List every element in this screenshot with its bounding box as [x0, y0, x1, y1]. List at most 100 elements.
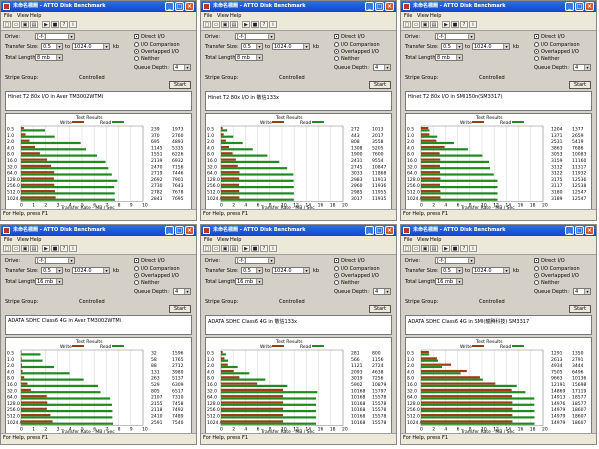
- menu-item-help[interactable]: Help: [30, 13, 41, 19]
- start-button[interactable]: Start: [169, 305, 191, 313]
- new-icon[interactable]: □: [403, 245, 411, 252]
- minimize-button[interactable]: _: [365, 226, 374, 235]
- start-button[interactable]: Start: [569, 81, 591, 89]
- new-icon[interactable]: □: [203, 245, 211, 252]
- menu-item-view[interactable]: View: [417, 237, 429, 243]
- start-button[interactable]: Start: [169, 81, 191, 89]
- menu-item-view[interactable]: View: [17, 237, 29, 243]
- menu-item-file[interactable]: File: [204, 13, 212, 19]
- save-icon[interactable]: ▣: [421, 21, 429, 28]
- help-icon[interactable]: ?: [260, 21, 268, 28]
- queue-depth-select[interactable]: 4 ▾: [573, 288, 591, 295]
- neither-radio[interactable]: [334, 56, 339, 61]
- neither-radio[interactable]: [534, 56, 539, 61]
- menu-item-help[interactable]: Help: [230, 13, 241, 19]
- save-icon[interactable]: ▣: [221, 245, 229, 252]
- maximize-button[interactable]: □: [175, 226, 184, 235]
- start-icon[interactable]: ▶: [442, 21, 450, 28]
- drive-select[interactable]: [-f-] ▾: [35, 257, 75, 264]
- open-icon[interactable]: ▭: [412, 245, 420, 252]
- close-button[interactable]: ×: [585, 226, 594, 235]
- overlapped-io-radio[interactable]: [334, 273, 339, 278]
- total-length-select[interactable]: 16 mb ▾: [35, 278, 63, 285]
- transfer-size-from[interactable]: 0.5 ▾: [41, 267, 63, 274]
- maximize-button[interactable]: □: [175, 2, 184, 11]
- transfer-size-to[interactable]: 1024.0 ▾: [272, 43, 310, 50]
- drive-select[interactable]: [-f-] ▾: [235, 257, 275, 264]
- new-icon[interactable]: □: [3, 245, 11, 252]
- menu-item-help[interactable]: Help: [430, 13, 441, 19]
- direct-io-checkbox[interactable]: [534, 258, 539, 263]
- minimize-button[interactable]: _: [365, 2, 374, 11]
- start-icon[interactable]: ▶: [442, 245, 450, 252]
- transfer-size-from[interactable]: 0.5 ▾: [241, 267, 263, 274]
- description-box[interactable]: Hinet T2 80x I/O in SMI150n(SM3317): [405, 91, 592, 111]
- about-icon[interactable]: i: [469, 21, 477, 28]
- close-button[interactable]: ×: [185, 226, 194, 235]
- minimize-button[interactable]: _: [565, 226, 574, 235]
- queue-depth-select[interactable]: 4 ▾: [373, 64, 391, 71]
- menu-item-view[interactable]: View: [217, 237, 229, 243]
- new-icon[interactable]: □: [203, 21, 211, 28]
- menu-item-help[interactable]: Help: [430, 237, 441, 243]
- save-icon[interactable]: ▣: [221, 21, 229, 28]
- queue-depth-select[interactable]: 4 ▾: [373, 288, 391, 295]
- help-icon[interactable]: ?: [260, 245, 268, 252]
- about-icon[interactable]: i: [269, 21, 277, 28]
- print-icon[interactable]: ▤: [30, 21, 38, 28]
- direct-io-checkbox[interactable]: [534, 34, 539, 39]
- menu-item-view[interactable]: View: [17, 13, 29, 19]
- neither-radio[interactable]: [134, 56, 139, 61]
- queue-depth-select[interactable]: 4 ▾: [573, 64, 591, 71]
- total-length-select[interactable]: 8 mb ▾: [35, 54, 63, 61]
- neither-radio[interactable]: [134, 280, 139, 285]
- total-length-select[interactable]: 16 mb ▾: [235, 278, 263, 285]
- menu-item-view[interactable]: View: [217, 13, 229, 19]
- start-button[interactable]: Start: [569, 305, 591, 313]
- io-comparison-radio[interactable]: [134, 42, 139, 47]
- description-box[interactable]: ADATA SDHC Class6 4G in 敬信133x: [205, 315, 392, 335]
- menu-item-help[interactable]: Help: [230, 237, 241, 243]
- transfer-size-to[interactable]: 1024.0 ▾: [72, 43, 110, 50]
- title-bar[interactable]: 未命名標題 - ATTO Disk Benchmark _ □ ×: [201, 225, 396, 236]
- stop-icon[interactable]: ■: [251, 21, 259, 28]
- transfer-size-from[interactable]: 0.5 ▾: [441, 267, 463, 274]
- help-icon[interactable]: ?: [460, 245, 468, 252]
- maximize-button[interactable]: □: [575, 226, 584, 235]
- title-bar[interactable]: 未命名標題 - ATTO Disk Benchmark _ □ ×: [401, 225, 596, 236]
- neither-radio[interactable]: [334, 280, 339, 285]
- help-icon[interactable]: ?: [460, 21, 468, 28]
- direct-io-checkbox[interactable]: [134, 258, 139, 263]
- close-button[interactable]: ×: [585, 2, 594, 11]
- drive-select[interactable]: [-f-] ▾: [35, 33, 75, 40]
- open-icon[interactable]: ▭: [212, 21, 220, 28]
- about-icon[interactable]: i: [469, 245, 477, 252]
- print-icon[interactable]: ▤: [230, 245, 238, 252]
- close-button[interactable]: ×: [385, 226, 394, 235]
- menu-item-file[interactable]: File: [4, 13, 12, 19]
- transfer-size-from[interactable]: 0.5 ▾: [41, 43, 63, 50]
- title-bar[interactable]: 未命名標題 - ATTO Disk Benchmark _ □ ×: [1, 225, 196, 236]
- drive-select[interactable]: [-f-] ▾: [435, 257, 475, 264]
- io-comparison-radio[interactable]: [534, 42, 539, 47]
- about-icon[interactable]: i: [69, 21, 77, 28]
- minimize-button[interactable]: _: [165, 226, 174, 235]
- save-icon[interactable]: ▣: [21, 245, 29, 252]
- queue-depth-select[interactable]: 4 ▾: [173, 64, 191, 71]
- start-icon[interactable]: ▶: [242, 245, 250, 252]
- io-comparison-radio[interactable]: [534, 266, 539, 271]
- about-icon[interactable]: i: [269, 245, 277, 252]
- total-length-select[interactable]: 8 mb ▾: [435, 54, 463, 61]
- stop-icon[interactable]: ■: [51, 245, 59, 252]
- new-icon[interactable]: □: [3, 21, 11, 28]
- minimize-button[interactable]: _: [165, 2, 174, 11]
- title-bar[interactable]: 未命名標題 - ATTO Disk Benchmark _ □ ×: [401, 1, 596, 12]
- help-icon[interactable]: ?: [60, 245, 68, 252]
- help-icon[interactable]: ?: [60, 21, 68, 28]
- save-icon[interactable]: ▣: [21, 21, 29, 28]
- stop-icon[interactable]: ■: [451, 21, 459, 28]
- direct-io-checkbox[interactable]: [134, 34, 139, 39]
- maximize-button[interactable]: □: [375, 2, 384, 11]
- maximize-button[interactable]: □: [375, 226, 384, 235]
- overlapped-io-radio[interactable]: [534, 49, 539, 54]
